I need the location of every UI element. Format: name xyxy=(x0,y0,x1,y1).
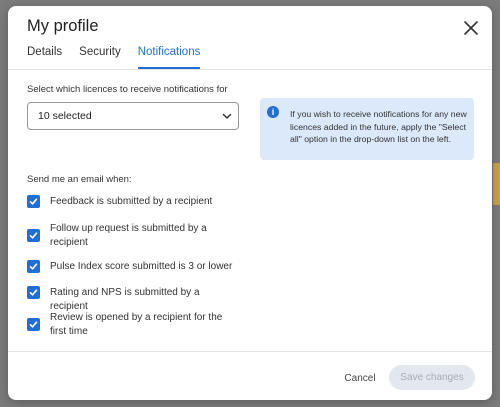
email-label: Send me an email when: xyxy=(27,174,132,185)
save-changes-button[interactable]: Save changes xyxy=(389,365,475,390)
checkmark-icon xyxy=(29,289,38,296)
tab-bar: Details Security Notifications xyxy=(27,46,217,69)
dialog-title: My profile xyxy=(27,17,99,35)
checkbox[interactable] xyxy=(27,195,40,208)
checkmark-icon xyxy=(29,232,38,239)
close-icon[interactable] xyxy=(460,17,482,39)
cancel-button[interactable]: Cancel xyxy=(335,368,385,388)
licences-label: Select which licences to receive notific… xyxy=(27,84,228,95)
checkmark-icon xyxy=(29,321,38,328)
profile-dialog: My profile Details Security Notification… xyxy=(8,6,492,400)
option-pulse-index[interactable]: Pulse Index score submitted is 3 or lowe… xyxy=(27,260,240,274)
option-label: Rating and NPS is submitted by a recipie… xyxy=(50,287,200,312)
checkbox[interactable] xyxy=(27,286,40,299)
option-rating-nps[interactable]: Rating and NPS is submitted by a recipie… xyxy=(27,286,240,313)
tab-security[interactable]: Security xyxy=(79,46,121,68)
info-text: If you wish to receive notifications for… xyxy=(290,109,467,144)
checkmark-icon xyxy=(29,198,38,205)
checkbox[interactable] xyxy=(27,318,40,331)
option-follow-up[interactable]: Follow up request is submitted by a reci… xyxy=(27,222,240,249)
option-review-opened[interactable]: Review is opened by a recipient for the … xyxy=(27,311,240,338)
checkmark-icon xyxy=(29,263,38,270)
tab-details[interactable]: Details xyxy=(27,46,62,68)
option-label: Review is opened by a recipient for the … xyxy=(50,312,223,337)
checkbox[interactable] xyxy=(27,260,40,273)
licences-dropdown[interactable]: 10 selected xyxy=(27,102,239,130)
info-icon: i xyxy=(267,106,279,118)
option-label: Feedback is submitted by a recipient xyxy=(50,196,213,207)
chevron-down-icon xyxy=(222,113,232,119)
footer-divider xyxy=(8,351,492,352)
tab-notifications[interactable]: Notifications xyxy=(137,46,200,69)
backdrop-accent xyxy=(493,163,500,205)
option-feedback[interactable]: Feedback is submitted by a recipient xyxy=(27,195,240,209)
info-box: i If you wish to receive notifications f… xyxy=(260,98,474,160)
checkbox[interactable] xyxy=(27,229,40,242)
option-label: Follow up request is submitted by a reci… xyxy=(50,223,207,248)
tab-divider xyxy=(8,69,492,70)
licences-dropdown-value: 10 selected xyxy=(38,110,92,122)
option-label: Pulse Index score submitted is 3 or lowe… xyxy=(50,261,233,272)
